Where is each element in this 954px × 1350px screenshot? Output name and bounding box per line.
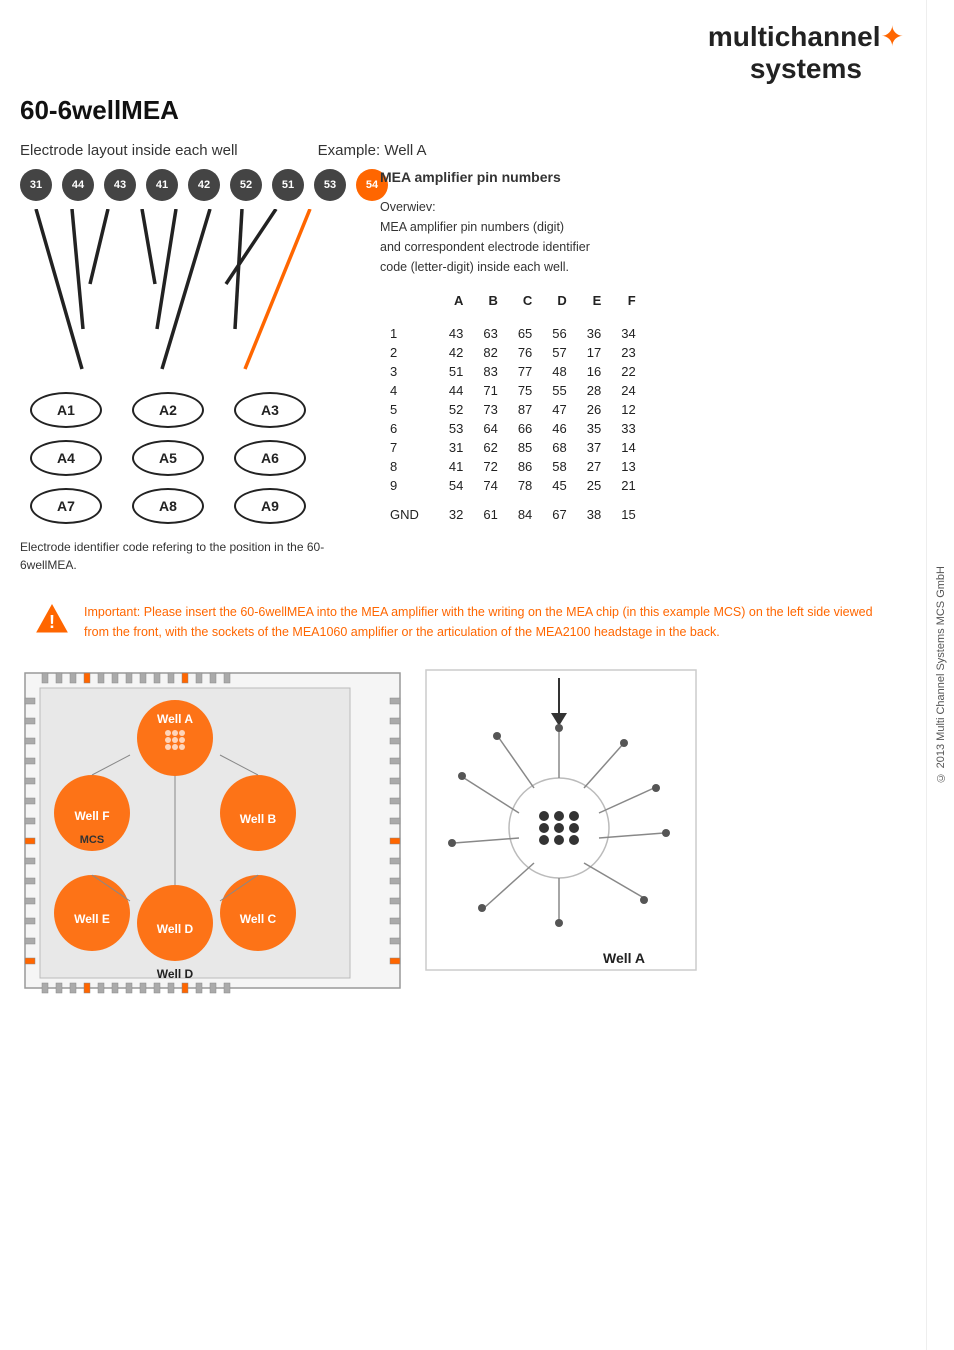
col-header-A: A	[439, 291, 473, 316]
svg-text:MCS: MCS	[80, 834, 104, 846]
electrode-A4: A4	[30, 440, 102, 476]
logo-star: ✦	[881, 21, 904, 52]
wire-diagram	[20, 209, 330, 389]
pin-31: 31	[20, 169, 52, 201]
subtitle-left: Electrode layout inside each well	[20, 142, 238, 159]
logo-channel: channel	[775, 21, 881, 52]
mea-chip-svg: Well A Well B Well C	[20, 668, 410, 998]
copyright-text: © 2013 Multi Channel Systems MCS GmbH	[935, 566, 947, 783]
pin-43: 43	[104, 169, 136, 201]
pin-44: 44	[62, 169, 94, 201]
col-header-C: C	[508, 291, 542, 316]
pin-51: 51	[272, 169, 304, 201]
table-gnd-row: GND326184673815	[380, 505, 646, 524]
table-row: 3518377481622	[380, 362, 646, 381]
svg-text:Well F: Well F	[74, 809, 109, 823]
bottom-section: Well A Well B Well C	[20, 668, 904, 998]
svg-text:Well D: Well D	[157, 967, 194, 981]
col-header-B: B	[473, 291, 507, 316]
svg-text:Well C: Well C	[240, 912, 277, 926]
electrode-diagram: 31 44 43 41 42 52 51 53 54	[20, 169, 360, 574]
electrode-A9: A9	[234, 488, 306, 524]
overview-body: MEA amplifier pin numbers (digit)and cor…	[380, 220, 590, 274]
svg-text:!: !	[49, 612, 55, 632]
notice-box: ! Important: Please insert the 60-6wellM…	[20, 592, 904, 652]
overview-label: Overwiev:	[380, 200, 436, 214]
svg-text:Well D: Well D	[157, 922, 194, 936]
electrode-grid: A1 A2 A3 A4 A5 A6 A7 A8 A9	[30, 392, 360, 524]
pin-table: A B C D E F 1436365563634242827657172335…	[380, 291, 646, 524]
electrode-A5: A5	[132, 440, 204, 476]
pin-41: 41	[146, 169, 178, 201]
overview-text: Overwiev: MEA amplifier pin numbers (dig…	[380, 197, 904, 277]
logo-line1: multichannel✦	[708, 20, 904, 53]
logo-systems: systems	[708, 53, 904, 85]
amp-section: MEA amplifier pin numbers Overwiev: MEA …	[380, 169, 904, 524]
table-header-row: A B C D E F	[380, 291, 646, 316]
electrode-note: Electrode identifier code refering to th…	[20, 538, 360, 574]
col-header-E: E	[577, 291, 611, 316]
table-row: 8417286582713	[380, 457, 646, 476]
col-header-row	[380, 291, 439, 316]
svg-text:Well A: Well A	[157, 712, 193, 726]
well-a-detail: Well A	[424, 668, 714, 998]
pin-42: 42	[188, 169, 220, 201]
mea-chip-diagram: Well A Well B Well C	[20, 668, 410, 998]
table-row: 4447175552824	[380, 381, 646, 400]
logo: multichannel✦ systems	[708, 20, 904, 85]
pin-53: 53	[314, 169, 346, 201]
electrode-A1: A1	[30, 392, 102, 428]
table-row: 9547478452521	[380, 476, 646, 495]
svg-text:Well A: Well A	[603, 950, 645, 966]
subtitle-row: Electrode layout inside each well Exampl…	[20, 142, 904, 159]
logo-multi: multi	[708, 21, 775, 52]
electrode-A8: A8	[132, 488, 204, 524]
subtitle-right: Example: Well A	[318, 142, 427, 159]
warning-icon: !	[34, 602, 70, 638]
table-row: 1436365563634	[380, 324, 646, 343]
col-header-D: D	[542, 291, 576, 316]
col-header-F: F	[611, 291, 645, 316]
table-row: 2428276571723	[380, 343, 646, 362]
svg-text:Well B: Well B	[240, 812, 277, 826]
table-row: 5527387472612	[380, 400, 646, 419]
electrode-A6: A6	[234, 440, 306, 476]
table-row: 7316285683714	[380, 438, 646, 457]
electrode-A7: A7	[30, 488, 102, 524]
table-row: 6536466463533	[380, 419, 646, 438]
electrode-A2: A2	[132, 392, 204, 428]
page-title: 60-6wellMEA	[20, 95, 904, 126]
sidebar: © 2013 Multi Channel Systems MCS GmbH	[926, 0, 954, 1350]
electrode-A3: A3	[234, 392, 306, 428]
notice-text: Important: Please insert the 60-6wellMEA…	[84, 602, 890, 642]
amp-title: MEA amplifier pin numbers	[380, 169, 904, 185]
top-section: 31 44 43 41 42 52 51 53 54	[20, 169, 904, 574]
well-a-svg: Well A	[424, 668, 709, 998]
pin-row: 31 44 43 41 42 52 51 53 54	[20, 169, 360, 201]
logo-area: multichannel✦ systems	[20, 20, 904, 85]
svg-text:Well E: Well E	[74, 912, 110, 926]
pin-52: 52	[230, 169, 262, 201]
